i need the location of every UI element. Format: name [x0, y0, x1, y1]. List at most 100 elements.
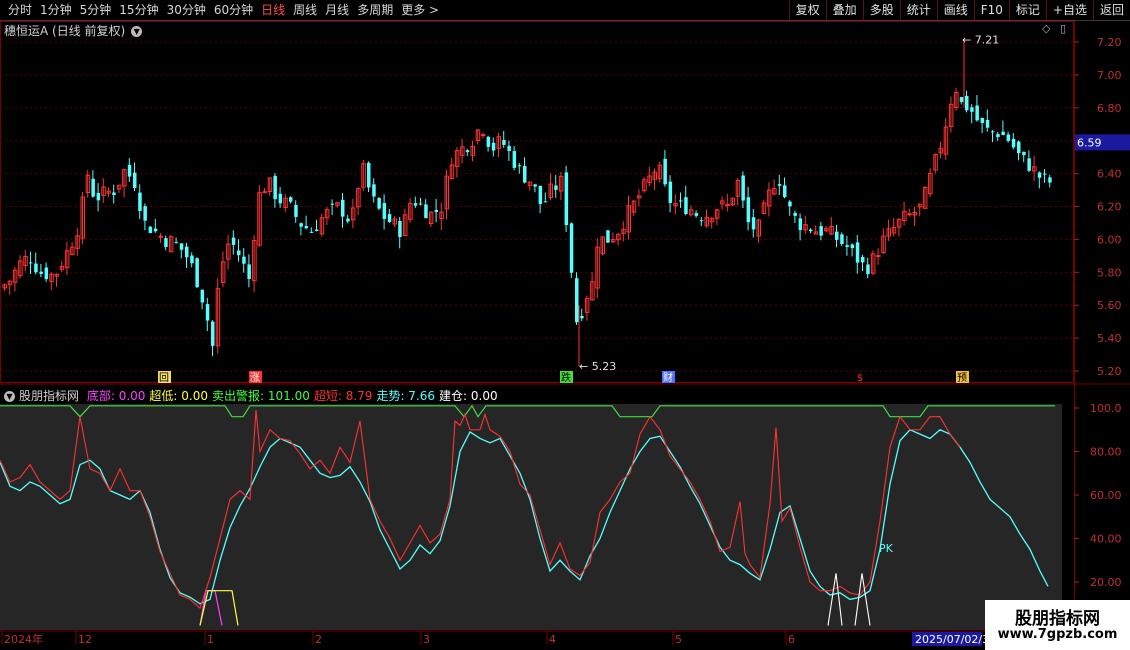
candle-body-down: [211, 321, 215, 346]
candle-body-down: [44, 267, 49, 280]
candle-body-down: [533, 184, 537, 187]
candle-body-down: [309, 231, 314, 233]
candle-body-down: [96, 193, 101, 201]
candle-body-down: [538, 185, 543, 204]
price-y-axis: 7.207.006.806.606.406.206.005.805.605.40…: [1074, 36, 1130, 378]
candle-body-down: [242, 256, 246, 264]
date-label-3: 2: [315, 633, 322, 646]
candle-body-down: [153, 228, 158, 232]
candle-body-down: [372, 184, 376, 197]
price-tick-label: 7.20: [1097, 36, 1122, 49]
candle-body-down: [299, 223, 303, 227]
candle-body-down: [970, 107, 974, 112]
candle-body-down: [179, 243, 184, 250]
price-tick-label: 7.00: [1097, 69, 1122, 82]
candle-body-down: [424, 204, 428, 219]
candle-body-down: [809, 229, 813, 232]
price-tick-label: 6.40: [1097, 168, 1122, 181]
candle-body-down: [138, 192, 142, 212]
indicator-tick-label: 20.00: [1090, 576, 1122, 589]
low-price-label: ← 5.23: [579, 360, 616, 373]
pk-label: PK: [879, 542, 894, 555]
price-tick-label: 6.20: [1097, 201, 1122, 214]
candle-body-down: [861, 256, 865, 263]
chart-canvas[interactable]: 7.207.006.806.606.406.206.005.805.605.40…: [0, 0, 1130, 650]
event-marker-4[interactable]: $: [857, 373, 863, 384]
candle-body-down: [840, 234, 844, 245]
candle-body-down: [231, 237, 236, 245]
candle-body-down: [783, 185, 787, 198]
indicator-tick-label: 40.00: [1090, 533, 1122, 546]
candle-body-down: [746, 197, 751, 223]
event-marker-5[interactable]: 预: [957, 372, 967, 384]
candle-body-down: [273, 175, 277, 200]
candle-body-down: [741, 175, 745, 201]
event-marker-3[interactable]: 财: [663, 371, 673, 384]
watermark-name: 股朋指标网: [1015, 609, 1100, 629]
date-label-1: 12: [78, 633, 92, 646]
candlesticks: [2, 40, 1052, 367]
candle-body-down: [278, 193, 283, 204]
candle-body-down: [991, 131, 995, 133]
candle-body-down: [694, 213, 699, 216]
date-axis: 2024年 12 1 2 3 4 5 6 2025/07/02/3: [0, 630, 1130, 646]
candle-body-down: [491, 142, 496, 151]
indicator-tick-label: 80.00: [1090, 446, 1122, 459]
candle-body-down: [237, 250, 241, 256]
date-label-6: 5: [675, 633, 682, 646]
candle-body-down: [959, 97, 964, 102]
candle-body-up: [480, 134, 486, 137]
event-marker-1[interactable]: 涨: [250, 372, 260, 384]
candle-body-down: [341, 199, 345, 217]
indicator-tick-label: 60.00: [1090, 489, 1122, 502]
candle-body-up: [907, 213, 912, 216]
candle-body-down: [304, 225, 309, 229]
candle-body-down: [1011, 138, 1016, 148]
candle-body-down: [965, 95, 969, 111]
candle-body-down: [855, 242, 860, 263]
candle-body-down: [127, 164, 132, 177]
candle-body-up: [876, 255, 881, 258]
candle-body-down: [247, 264, 251, 280]
candle-body-down: [133, 172, 137, 188]
chevron-down-icon[interactable]: ▼: [4, 391, 15, 402]
candle-body-down: [684, 197, 688, 215]
price-tick-label: 5.80: [1097, 266, 1122, 279]
price-tick-label: 5.40: [1097, 332, 1122, 345]
candle-body-down: [195, 258, 199, 288]
candle-body-down: [486, 136, 491, 147]
candle-body-down: [699, 220, 704, 222]
candle-body-down: [1027, 158, 1031, 171]
candle-body-down: [398, 220, 402, 238]
candle-body-down: [434, 210, 439, 213]
indicator-value-1: 超低: 0.00: [149, 389, 208, 403]
candle-body-down: [382, 203, 387, 219]
date-label-7: 6: [788, 633, 795, 646]
candle-body-down: [996, 134, 1000, 138]
candle-body-down: [554, 185, 558, 190]
candle-body-down: [835, 231, 839, 240]
candle-body-up: [158, 235, 163, 238]
candle-body-down: [315, 229, 319, 231]
candle-body-down: [367, 162, 371, 188]
candle-body-down: [174, 242, 179, 244]
indicator-value-5: 建仓: 0.00: [439, 389, 498, 403]
candle-body-down: [1048, 177, 1052, 183]
candle-body-down: [564, 172, 569, 226]
indicator-value-3: 超短: 8.79: [313, 389, 373, 403]
event-marker-0[interactable]: 回: [159, 372, 169, 384]
candle-body-down: [668, 181, 673, 203]
event-marker-2[interactable]: 跌: [561, 371, 571, 384]
candle-body-down: [413, 203, 418, 206]
candle-body-down: [1043, 173, 1047, 175]
candle-body-down: [143, 206, 147, 221]
indicator-value-2: 卖出警报: 101.00: [212, 389, 310, 403]
candle-body-down: [580, 315, 584, 319]
current-price-label: 6.59: [1077, 136, 1102, 149]
price-tick-label: 5.20: [1097, 365, 1122, 378]
date-label-2: 1: [207, 633, 214, 646]
indicator-value-0: 底部: 0.00: [86, 389, 146, 403]
candle-body-down: [575, 278, 579, 323]
price-panel-frame: [0, 21, 1074, 383]
candle-body-down: [1001, 131, 1005, 136]
